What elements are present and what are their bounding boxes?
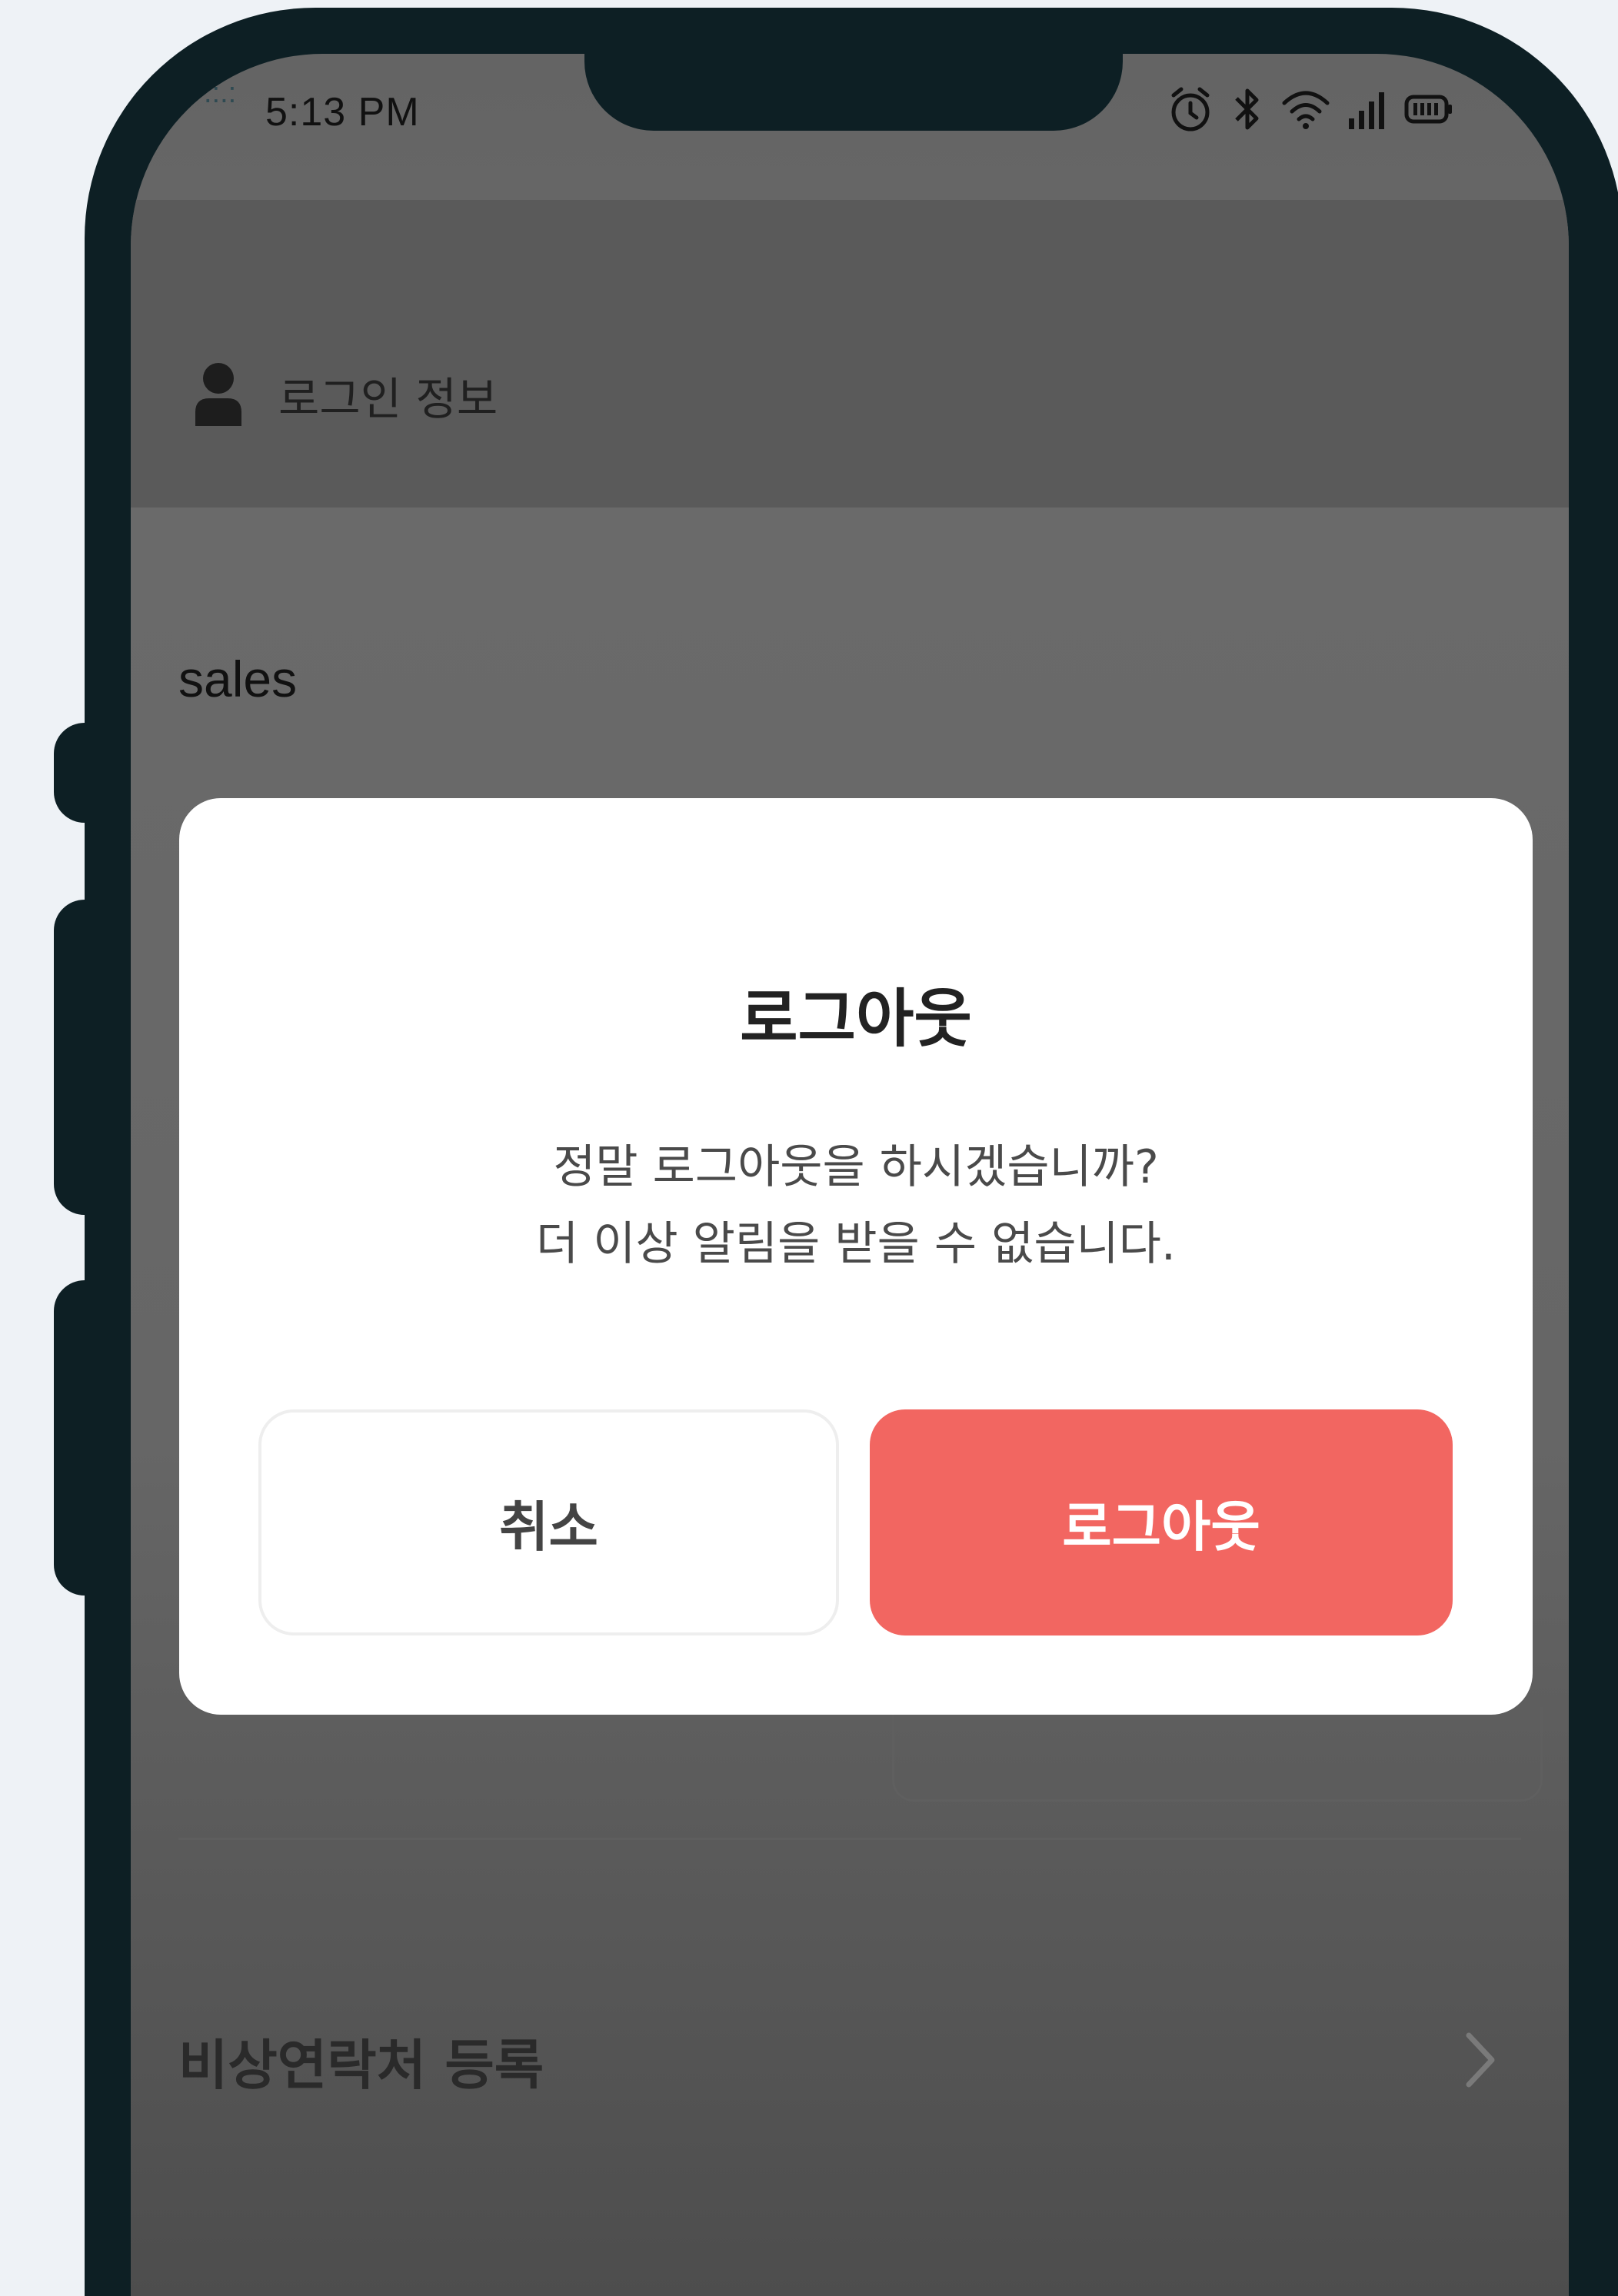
phone-notch [584,54,1123,131]
logout-dialog: 로그아웃 정말 로그아웃을 하시겠습니까? 더 이상 알림을 받을 수 없습니다… [179,798,1533,1715]
alarm-icon [1167,85,1214,134]
account-username: sales [178,651,298,707]
chevron-right-icon [1461,2029,1500,2094]
battery-icon [1404,92,1453,126]
login-info-header: 로그인 정보 [192,361,498,429]
page: .:.: 5:13 PM 로그인 정보 sales 비상연락처 등록 로그아웃 … [0,0,1618,2296]
emergency-contact-item[interactable]: 비상연락처 등록 [178,2022,1500,2100]
cancel-button[interactable]: 취소 [258,1409,839,1635]
header-bar [131,200,1569,507]
dialog-message-line1: 정말 로그아웃을 하시겠습니까? [553,1140,1159,1194]
signal-icon [1347,88,1387,131]
wifi-icon [1281,88,1330,131]
person-icon [192,361,245,429]
logout-confirm-button[interactable]: 로그아웃 [870,1409,1453,1635]
bluetooth-icon [1230,86,1264,132]
emergency-contact-label: 비상연락처 등록 [178,2034,544,2097]
divider [178,1838,1521,1840]
dialog-message-line2: 더 이상 알림을 받을 수 없습니다. [535,1217,1177,1271]
background-field [892,1707,1543,1802]
dialog-title: 로그아웃 [740,983,972,1056]
dialog-message: 정말 로그아웃을 하시겠습니까? 더 이상 알림을 받을 수 없습니다. [179,1129,1533,1283]
status-time: 5:13 PM [265,90,420,135]
status-icons [1167,85,1453,134]
login-info-title: 로그인 정보 [278,373,498,425]
signal-glitch: .:.: [204,77,237,109]
